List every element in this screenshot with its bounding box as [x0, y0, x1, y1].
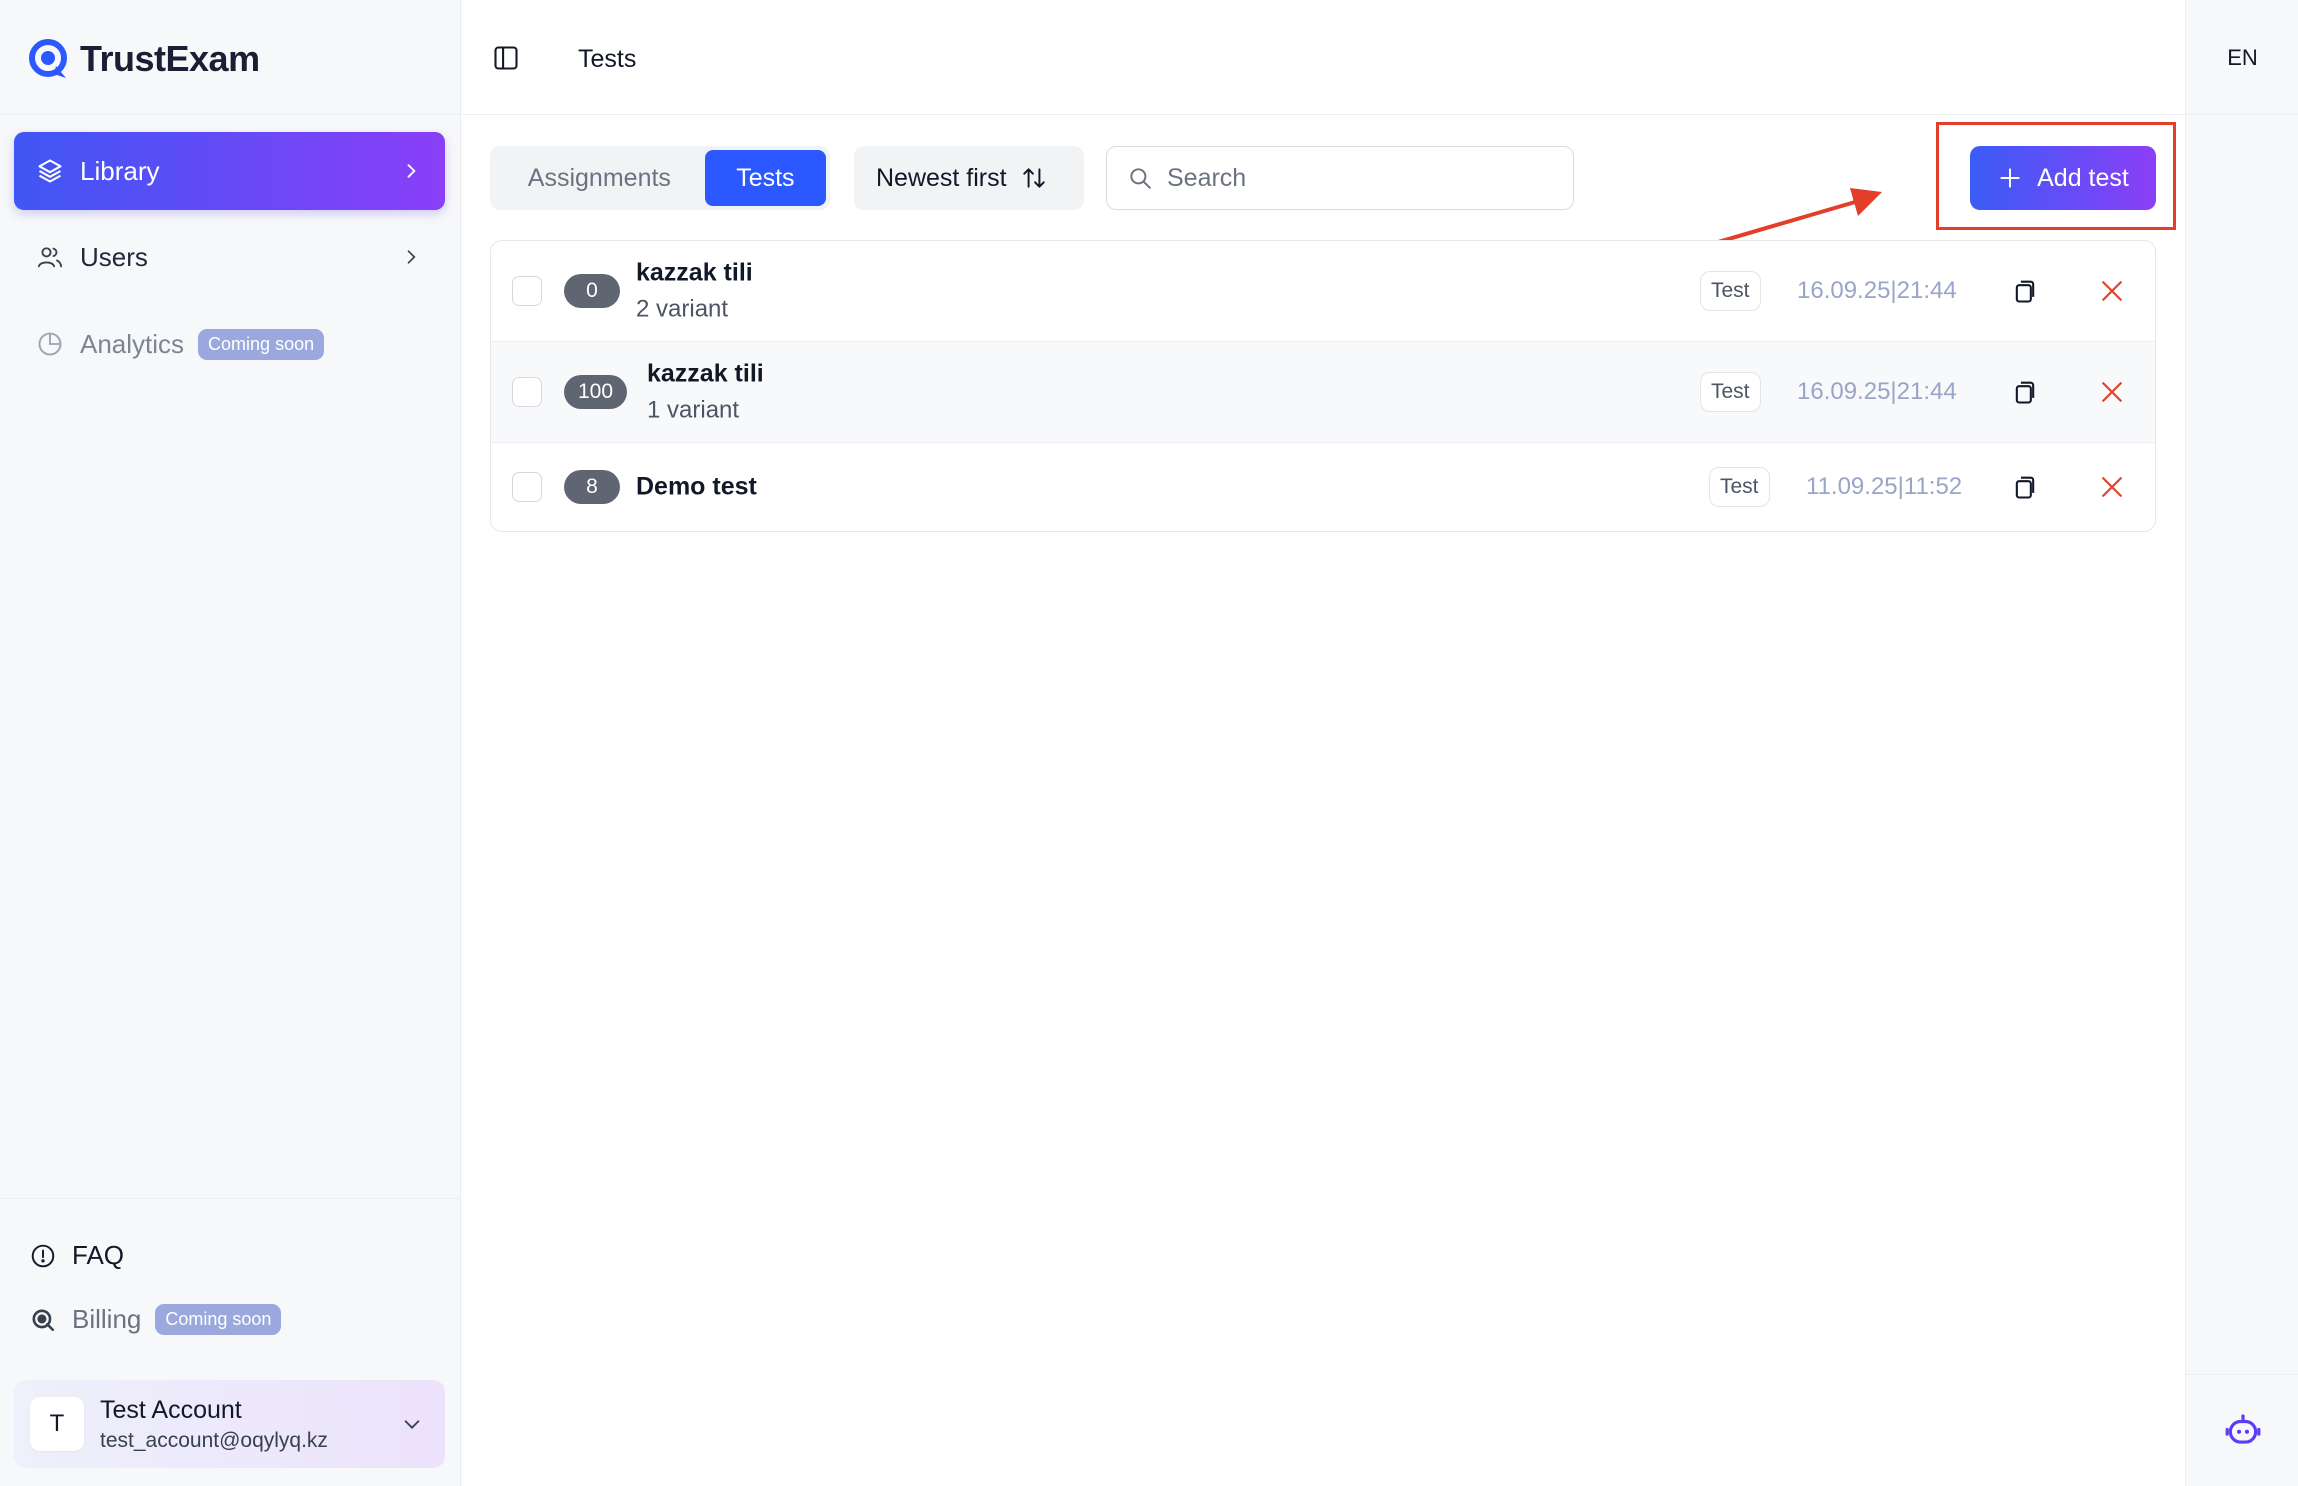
page-title: Tests: [578, 45, 637, 73]
sidebar-item-label: Library: [80, 155, 160, 186]
chevron-down-icon: [404, 1420, 420, 1429]
close-icon: [2102, 382, 2122, 402]
test-name[interactable]: kazzak tili: [647, 360, 764, 389]
pie-chart-icon: [38, 332, 62, 356]
chevron-right-icon: [407, 250, 416, 264]
test-name[interactable]: Demo test: [636, 473, 757, 502]
search-icon: [1130, 168, 1151, 189]
plus-icon: [2000, 168, 2020, 188]
account-email: test_account@oqylyq.kz: [100, 1428, 328, 1452]
list-item[interactable]: 100 kazzak tili 1 variant Test 16.09.25|…: [491, 342, 2155, 443]
test-variants: 1 variant: [647, 396, 740, 424]
language-switcher[interactable]: EN: [2186, 45, 2298, 71]
coming-soon-badge: Coming soon: [155, 1304, 282, 1335]
billing-icon: [32, 1308, 55, 1331]
view-tabs: Assignments Tests: [490, 146, 830, 210]
coming-soon-badge: Coming soon: [198, 328, 325, 360]
add-test-button[interactable]: Add test: [1970, 146, 2156, 210]
sort-arrows-icon: [1022, 168, 1045, 188]
account-name: Test Account: [100, 1395, 242, 1424]
delete-button[interactable]: [2097, 276, 2127, 306]
sidebar-item-users[interactable]: Users: [14, 218, 445, 296]
info-icon: [31, 1244, 55, 1267]
list-item[interactable]: 0 kazzak tili 2 variant Test 16.09.25|21…: [491, 241, 2155, 342]
assistant-button[interactable]: [2224, 1412, 2262, 1450]
type-badge: Test: [1709, 467, 1770, 507]
tests-list: 0 kazzak tili 2 variant Test 16.09.25|21…: [490, 240, 2156, 532]
copy-icon: [2015, 381, 2035, 404]
trustexam-logo-icon: [29, 39, 67, 78]
sidebar-item-label: Analytics: [80, 328, 185, 359]
sidebar: TrustExam Library Users Analytics Coming…: [0, 0, 461, 1486]
divider: [0, 114, 461, 115]
panel-left-icon: [494, 46, 518, 70]
copy-icon: [2015, 280, 2035, 303]
sidebar-item-billing[interactable]: Billing Coming soon: [30, 1304, 282, 1335]
logo[interactable]: TrustExam: [28, 36, 260, 82]
divider: [2186, 1374, 2298, 1375]
add-test-label: Add test: [2037, 163, 2129, 192]
duplicate-button[interactable]: [2011, 473, 2039, 501]
top-header: Tests: [462, 0, 2185, 115]
sidebar-toggle-button[interactable]: [492, 44, 520, 72]
tab-assignments[interactable]: Assignments: [494, 150, 705, 206]
delete-button[interactable]: [2097, 472, 2127, 502]
right-utility-bar: EN: [2185, 0, 2298, 1486]
delete-button[interactable]: [2097, 377, 2127, 407]
copy-icon: [2015, 476, 2035, 499]
question-count-badge: 8: [564, 470, 620, 504]
app-name: TrustExam: [80, 38, 260, 79]
list-item[interactable]: 8 Demo test Test 11.09.25|11:52: [491, 443, 2155, 531]
row-checkbox[interactable]: [512, 472, 542, 502]
test-name[interactable]: kazzak tili: [636, 259, 753, 288]
divider: [0, 1198, 461, 1199]
row-checkbox[interactable]: [512, 377, 542, 407]
sidebar-item-label: FAQ: [72, 1240, 125, 1270]
sidebar-item-library[interactable]: Library: [14, 132, 445, 210]
test-date: 16.09.25|21:44: [1797, 378, 1957, 405]
test-variants: 2 variant: [636, 295, 729, 323]
robot-icon: [2225, 1414, 2261, 1444]
divider: [2186, 114, 2298, 115]
question-count-badge: 0: [564, 274, 620, 308]
sidebar-item-analytics[interactable]: Analytics Coming soon: [14, 305, 445, 383]
sort-button[interactable]: Newest first: [854, 146, 1084, 210]
test-date: 16.09.25|21:44: [1797, 277, 1957, 304]
close-icon: [2102, 477, 2122, 497]
sidebar-item-faq[interactable]: FAQ: [30, 1240, 124, 1271]
question-count-badge: 100: [564, 375, 628, 409]
users-icon: [37, 247, 63, 268]
layers-icon: [38, 159, 62, 183]
sort-label: Newest first: [876, 163, 1007, 192]
duplicate-button[interactable]: [2011, 277, 2039, 305]
account-switcher[interactable]: T Test Account test_account@oqylyq.kz: [14, 1380, 445, 1468]
avatar: T: [30, 1397, 84, 1451]
sidebar-item-label: Users: [80, 241, 148, 272]
chevron-right-icon: [407, 164, 416, 178]
close-icon: [2102, 281, 2122, 301]
row-checkbox[interactable]: [512, 276, 542, 306]
tab-tests[interactable]: Tests: [704, 150, 826, 206]
sidebar-item-label: Billing: [72, 1304, 142, 1334]
duplicate-button[interactable]: [2011, 378, 2039, 406]
type-badge: Test: [1700, 271, 1761, 311]
test-date: 11.09.25|11:52: [1806, 473, 1963, 500]
type-badge: Test: [1700, 372, 1761, 412]
